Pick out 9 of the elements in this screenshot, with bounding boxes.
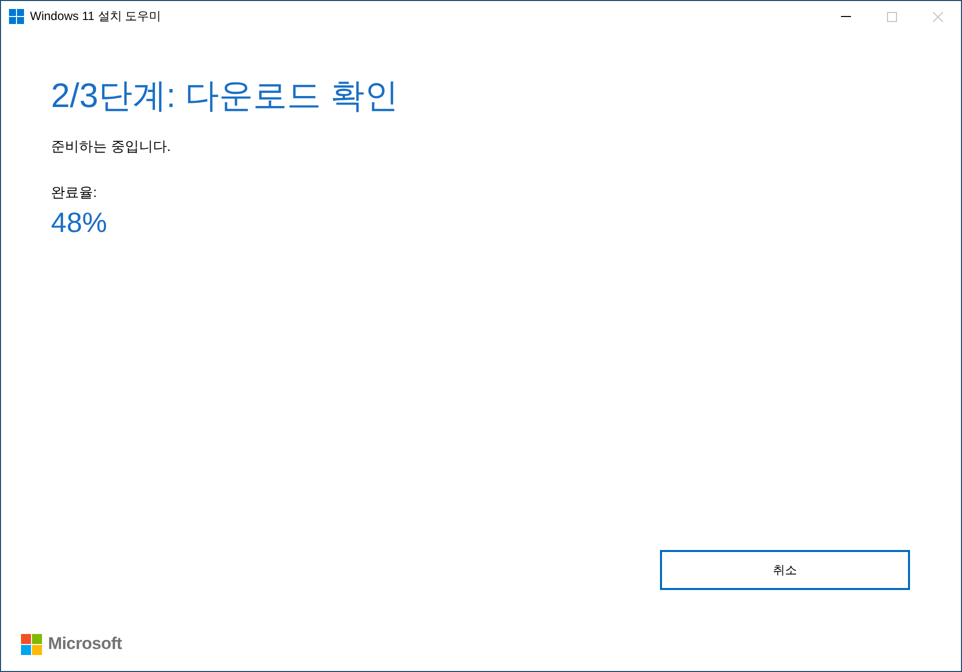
status-text: 준비하는 중입니다. <box>51 137 171 156</box>
app-icon <box>9 9 24 24</box>
step-heading: 2/3단계: 다운로드 확인 <box>51 76 399 116</box>
progress-label: 완료율: <box>51 183 97 202</box>
logo-icon <box>21 634 42 654</box>
progress-percent: 48% <box>51 206 108 240</box>
brand-name: Microsoft <box>48 633 122 655</box>
window-title: Windows 11 설치 도우미 <box>30 8 162 25</box>
cancel-button[interactable]: 취소 <box>660 550 910 590</box>
